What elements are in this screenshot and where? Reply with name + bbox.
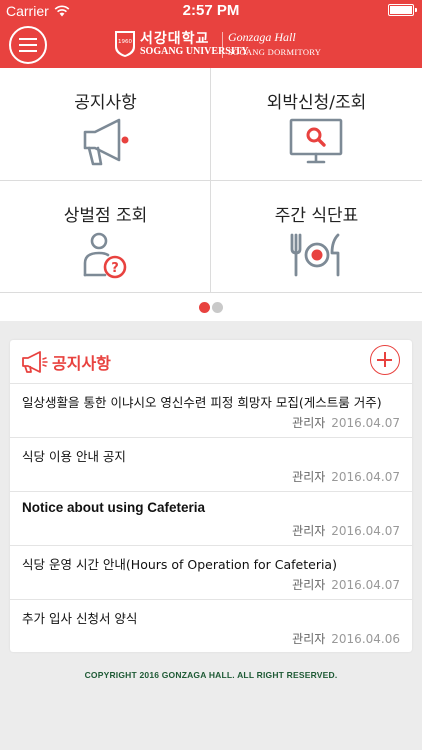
notice-author: 관리자 (292, 578, 326, 592)
app-header: 1960 서강대학교 SOGANG UNIVERSITY Gonzaga Hal… (0, 22, 422, 68)
notice-date: 2016.04.07 (331, 524, 400, 538)
notice-date: 2016.04.06 (331, 632, 400, 646)
menu-tile-label: 상벌점 조회 (63, 206, 148, 226)
notice-meta: 관리자 2016.04.07 (292, 576, 400, 593)
notice-meta: 관리자 2016.04.07 (292, 414, 400, 431)
hall-name: Gonzaga Hall (228, 30, 296, 44)
notice-meta: 관리자 2016.04.07 (292, 522, 400, 539)
menu-line (19, 50, 37, 52)
notice-date: 2016.04.07 (331, 578, 400, 592)
notice-meta: 관리자 2016.04.07 (292, 468, 400, 485)
menu-tile-label: 주간 식단표 (274, 206, 359, 226)
menu-line (19, 38, 37, 40)
notice-title: 식당 운영 시간 안내(Hours of Operation for Cafet… (22, 557, 337, 572)
copyright-text: COPYRIGHT 2016 GONZAGA HALL. ALL RIGHT R… (84, 670, 338, 680)
university-emblem-icon: 1960 (115, 31, 135, 57)
svg-text:?: ? (111, 261, 119, 276)
notice-date: 2016.04.07 (331, 470, 400, 484)
battery-icon (388, 4, 417, 16)
page-dot[interactable] (212, 302, 223, 313)
page-dot-active[interactable] (199, 302, 210, 313)
hall-subtitle: SOGANG DORMITORY (228, 47, 322, 57)
page-indicator (0, 293, 422, 321)
status-bar: Carrier 2:57 PM (0, 0, 422, 22)
notice-item[interactable]: Notice about using Cafeteria 관리자 2016.04.… (10, 492, 412, 546)
menu-line (19, 44, 37, 46)
notice-item[interactable]: 일상생활을 통한 이냐시오 영신수련 피정 희망자 모집(게스트룸 거주) 관리… (10, 384, 412, 438)
notice-title: 식당 이용 안내 공지 (22, 449, 126, 464)
notice-date: 2016.04.07 (331, 416, 400, 430)
notice-title: Notice about using Cafeteria (22, 500, 206, 515)
logo-divider (222, 32, 223, 58)
notice-title: 추가 입사 신청서 양식 (22, 611, 138, 626)
add-notice-button[interactable] (370, 345, 400, 375)
notice-author: 관리자 (292, 470, 326, 484)
menu-tile-label: 공지사항 (74, 93, 137, 113)
logo: 1960 서강대학교 SOGANG UNIVERSITY Gonzaga Hal… (114, 28, 321, 62)
menu-tile-overnight[interactable]: 외박신청/조회 (211, 68, 422, 180)
notice-author: 관리자 (292, 524, 326, 538)
status-time: 2:57 PM (182, 2, 240, 19)
meal-icon (290, 233, 340, 277)
menu-grid: 공지사항 외박신청/조회 상벌점 조회 ? 주간 식단표 (0, 68, 422, 293)
emblem-text: 1960 (118, 39, 132, 45)
menu-tile-label: 외박신청/조회 (266, 93, 367, 113)
notice-item[interactable]: 식당 이용 안내 공지 관리자 2016.04.07 (10, 438, 412, 492)
menu-tile-merits[interactable]: 상벌점 조회 ? (0, 181, 211, 293)
university-name-kr: 서강대학교 (140, 31, 210, 47)
megaphone-icon (83, 118, 129, 166)
notice-meta: 관리자 2016.04.06 (292, 630, 400, 647)
monitor-search-icon (289, 118, 343, 164)
notice-panel: 공지사항 일상생활을 통한 이냐시오 영신수련 피정 희망자 모집(게스트룸 거… (10, 340, 412, 652)
notice-header: 공지사항 (10, 340, 412, 384)
menu-tile-meals[interactable]: 주간 식단표 (211, 181, 422, 293)
megaphone-icon (22, 351, 48, 373)
hamburger-menu-button[interactable] (9, 26, 47, 64)
status-right (388, 4, 417, 16)
user-question-icon: ? (83, 232, 127, 279)
notice-item[interactable]: 추가 입사 신청서 양식 관리자 2016.04.06 (10, 600, 412, 654)
notice-title: 일상생활을 통한 이냐시오 영신수련 피정 희망자 모집(게스트룸 거주) (22, 395, 382, 410)
menu-tile-notices[interactable]: 공지사항 (0, 68, 211, 180)
notice-author: 관리자 (292, 632, 326, 646)
notice-item[interactable]: 식당 운영 시간 안내(Hours of Operation for Cafet… (10, 546, 412, 600)
grid-divider (0, 180, 422, 181)
notice-section-title: 공지사항 (52, 354, 111, 373)
notice-author: 관리자 (292, 416, 326, 430)
